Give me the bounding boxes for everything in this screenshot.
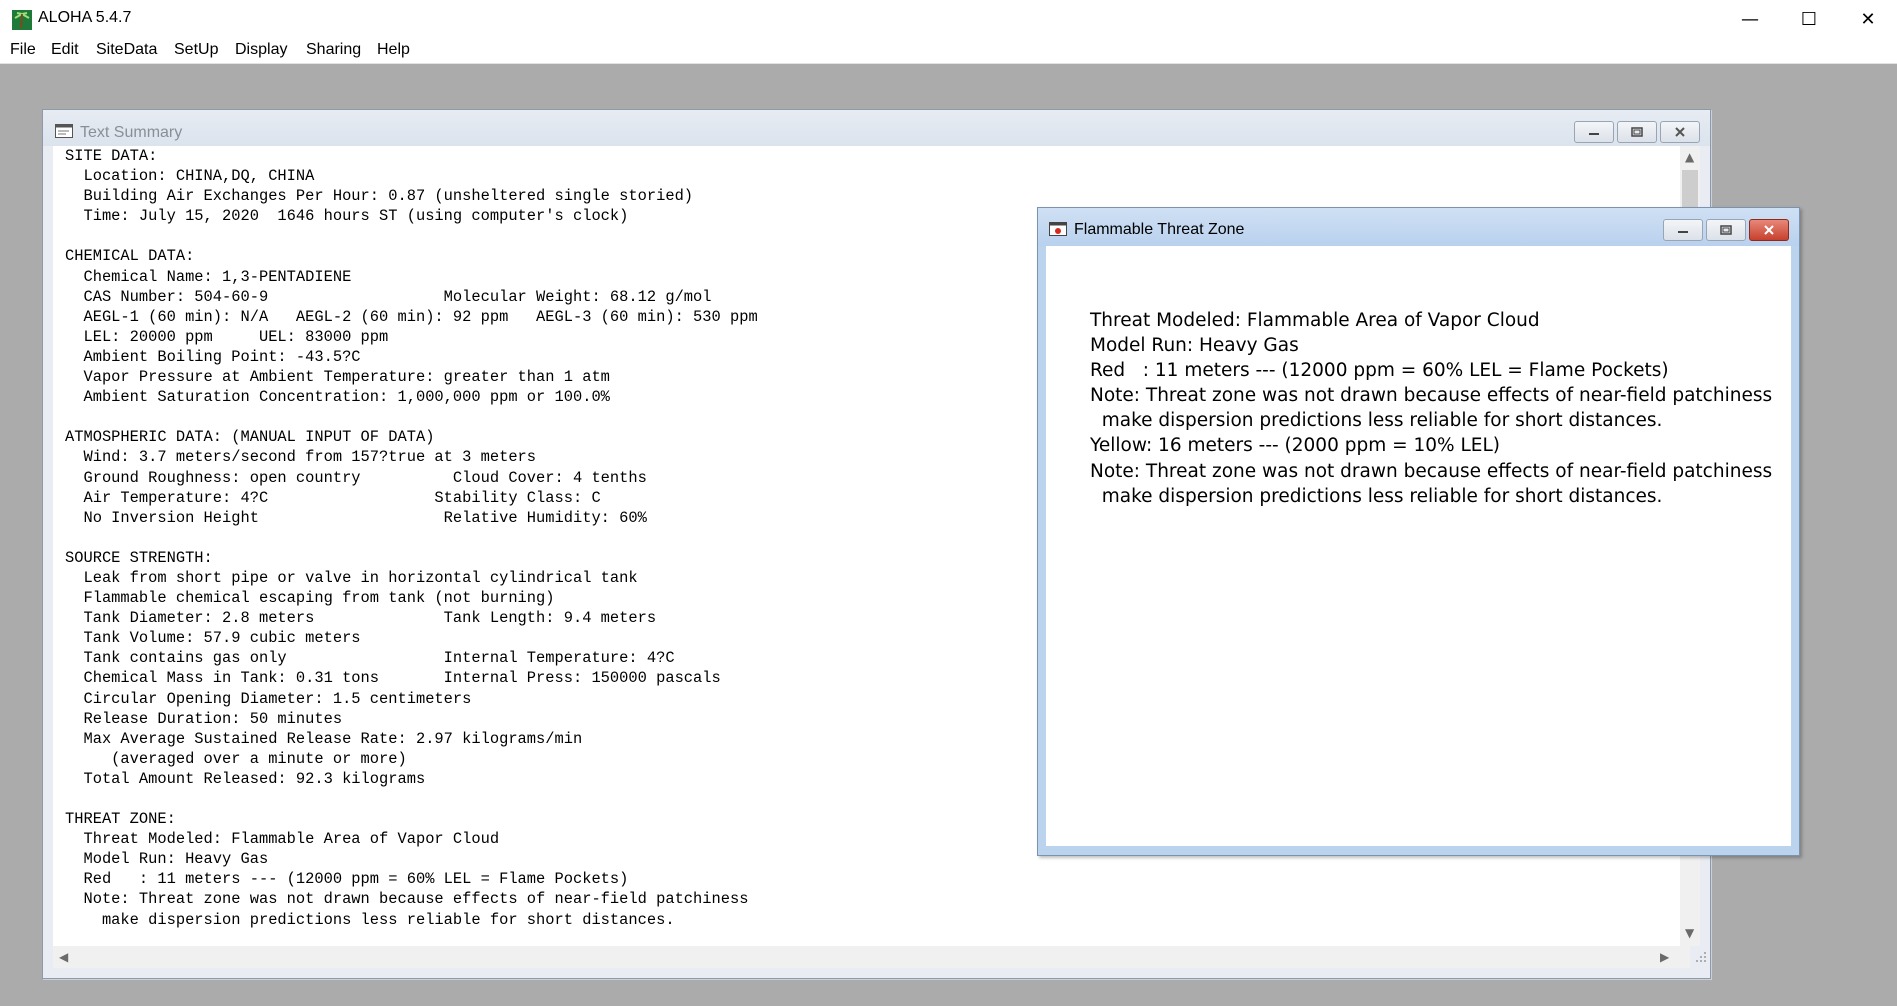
menu-sharing[interactable]: Sharing <box>306 41 361 59</box>
restore-icon <box>1631 127 1643 137</box>
summary-line: Note: Threat zone was not drawn because … <box>65 890 749 909</box>
threat-zone-restore-button[interactable] <box>1706 219 1746 241</box>
text-summary-horizontal-scrollbar[interactable]: ◀ ▶ <box>53 946 1706 968</box>
scroll-right-arrow-icon[interactable]: ▶ <box>1660 950 1669 964</box>
minimize-icon <box>1678 231 1688 233</box>
scroll-up-arrow-icon[interactable]: ▲ <box>1685 150 1694 164</box>
threat-zone-titlebar[interactable]: Flammable Threat Zone <box>1038 208 1799 246</box>
menu-setup[interactable]: SetUp <box>174 41 218 59</box>
summary-line: Building Air Exchanges Per Hour: 0.87 (u… <box>65 187 694 206</box>
summary-line: Red : 11 meters --- (12000 ppm = 60% LEL… <box>65 870 629 889</box>
text-summary-title: Text Summary <box>80 124 183 141</box>
app-title: ALOHA 5.4.7 <box>38 9 132 26</box>
close-icon <box>1764 225 1774 235</box>
app-minimize-button[interactable]: — <box>1721 0 1779 39</box>
threat-zone-line: make dispersion predictions less reliabl… <box>1090 485 1663 507</box>
threat-zone-close-button[interactable] <box>1749 219 1789 241</box>
threat-zone-content: Threat Modeled: Flammable Area of Vapor … <box>1046 246 1791 846</box>
close-icon <box>1675 127 1685 137</box>
threat-zone-line: make dispersion predictions less reliabl… <box>1090 410 1663 432</box>
app-maximize-button[interactable]: ☐ <box>1780 0 1838 39</box>
threat-zone-line: Note: Threat zone was not drawn because … <box>1090 460 1773 482</box>
threat-zone-line: Note: Threat zone was not drawn because … <box>1090 385 1773 407</box>
threat-zone-line: Threat Modeled: Flammable Area of Vapor … <box>1090 310 1540 331</box>
menu-edit[interactable]: Edit <box>51 41 79 59</box>
threat-zone-text: Threat Modeled: Flammable Area of Vapor … <box>1090 308 1772 509</box>
threat-zone-line: Model Run: Heavy Gas <box>1090 335 1299 357</box>
threat-zone-minimize-button[interactable] <box>1663 219 1703 241</box>
menu-display[interactable]: Display <box>235 41 287 59</box>
scroll-left-arrow-icon[interactable]: ◀ <box>59 950 68 964</box>
text-summary-restore-button[interactable] <box>1617 121 1657 143</box>
summary-line: make dispersion predictions less reliabl… <box>65 910 675 929</box>
text-summary-close-button[interactable] <box>1660 121 1700 143</box>
menu-help[interactable]: Help <box>377 41 410 59</box>
text-summary-titlebar[interactable]: Text Summary <box>43 110 1710 146</box>
minimize-icon <box>1589 133 1599 135</box>
summary-line: Location: CHINA,DQ, CHINA <box>65 167 315 186</box>
palm-tree-app-icon <box>12 10 32 30</box>
app-close-button[interactable]: ✕ <box>1839 0 1897 39</box>
text-summary-minimize-button[interactable] <box>1574 121 1614 143</box>
scroll-down-arrow-icon[interactable]: ▼ <box>1685 926 1694 940</box>
menu-file[interactable]: File <box>10 41 36 59</box>
threat-zone-line: Red : 11 meters --- (12000 ppm = 60% LEL… <box>1090 360 1669 382</box>
document-icon <box>55 124 73 138</box>
flammable-threat-zone-window: Flammable Threat Zone Threat Modeled: Fl… <box>1037 207 1800 856</box>
flame-document-icon <box>1049 222 1067 236</box>
menu-bar: File Edit SiteData SetUp Display Sharing… <box>0 39 1897 64</box>
resize-grip-icon[interactable] <box>1694 950 1708 964</box>
threat-zone-title: Flammable Threat Zone <box>1074 221 1245 238</box>
app-titlebar: ALOHA 5.4.7 — ☐ ✕ <box>0 0 1897 39</box>
threat-zone-line: Yellow: 16 meters --- (2000 ppm = 10% LE… <box>1090 435 1501 457</box>
summary-line: SITE DATA: <box>65 147 158 165</box>
menu-sitedata[interactable]: SiteData <box>96 41 157 59</box>
restore-icon <box>1720 225 1732 235</box>
